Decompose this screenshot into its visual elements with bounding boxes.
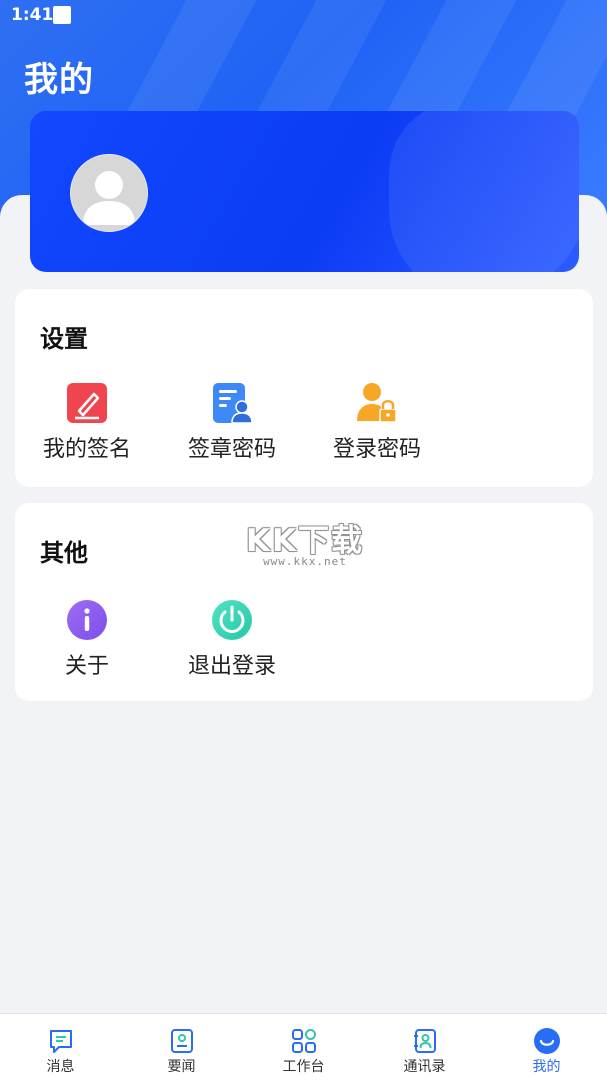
seal-document-icon: [213, 383, 253, 424]
logout-button[interactable]: 退出登录: [170, 598, 294, 688]
default-avatar-icon: [83, 171, 135, 225]
about-button[interactable]: 关于: [25, 598, 149, 688]
tab-profile[interactable]: 我的: [486, 1014, 607, 1081]
settings-title: 设置: [40, 325, 88, 353]
tab-messages-label: 消息: [46, 1059, 75, 1075]
contacts-icon: [413, 1029, 436, 1053]
kk-logo-text: KK下载: [245, 523, 365, 559]
other-title: 其他: [40, 539, 88, 567]
profile-card[interactable]: [30, 111, 579, 272]
tab-messages[interactable]: 消息: [0, 1014, 121, 1081]
power-icon: [212, 600, 252, 640]
tab-workbench[interactable]: 工作台: [243, 1014, 364, 1081]
card-wave-decoration: [389, 111, 579, 272]
profile-icon: [533, 1028, 560, 1054]
tab-news-label: 要闻: [167, 1059, 196, 1075]
news-icon: [170, 1029, 193, 1053]
status-bar: 1:41: [0, 0, 607, 32]
my-signature-button[interactable]: 我的签名: [25, 381, 149, 471]
kk-logo-url: www.kkx.net: [263, 555, 347, 568]
seal-password-button[interactable]: 签章密码: [170, 381, 294, 471]
my-signature-label: 我的签名: [42, 437, 131, 462]
settings-card: 设置 我的签名 签章密码 登录密码: [15, 289, 593, 487]
about-label: 关于: [64, 654, 109, 679]
signature-pen-icon: [67, 383, 107, 423]
status-time: 1:41: [11, 5, 54, 25]
tab-profile-label: 我的: [532, 1059, 561, 1075]
tab-news[interactable]: 要闻: [121, 1014, 242, 1081]
logout-label: 退出登录: [187, 654, 276, 679]
page-title: 我的: [24, 60, 94, 100]
tab-contacts[interactable]: 通讯录: [364, 1014, 485, 1081]
bottom-tab-bar: 消息 要闻 工作台 通讯录 我的: [0, 1013, 607, 1081]
login-password-button[interactable]: 登录密码: [315, 381, 439, 471]
seal-password-label: 签章密码: [187, 437, 276, 462]
notification-icon: [53, 6, 71, 24]
avatar[interactable]: [70, 154, 148, 232]
login-password-label: 登录密码: [332, 437, 421, 462]
user-lock-icon: [357, 383, 397, 423]
tab-workbench-label: 工作台: [282, 1059, 325, 1075]
tab-contacts-label: 通讯录: [403, 1059, 446, 1075]
message-icon: [49, 1030, 72, 1053]
workbench-icon: [291, 1029, 316, 1053]
info-icon: [67, 600, 107, 640]
kk-download-watermark-logo: KK下载 www.kkx.net: [245, 515, 365, 575]
